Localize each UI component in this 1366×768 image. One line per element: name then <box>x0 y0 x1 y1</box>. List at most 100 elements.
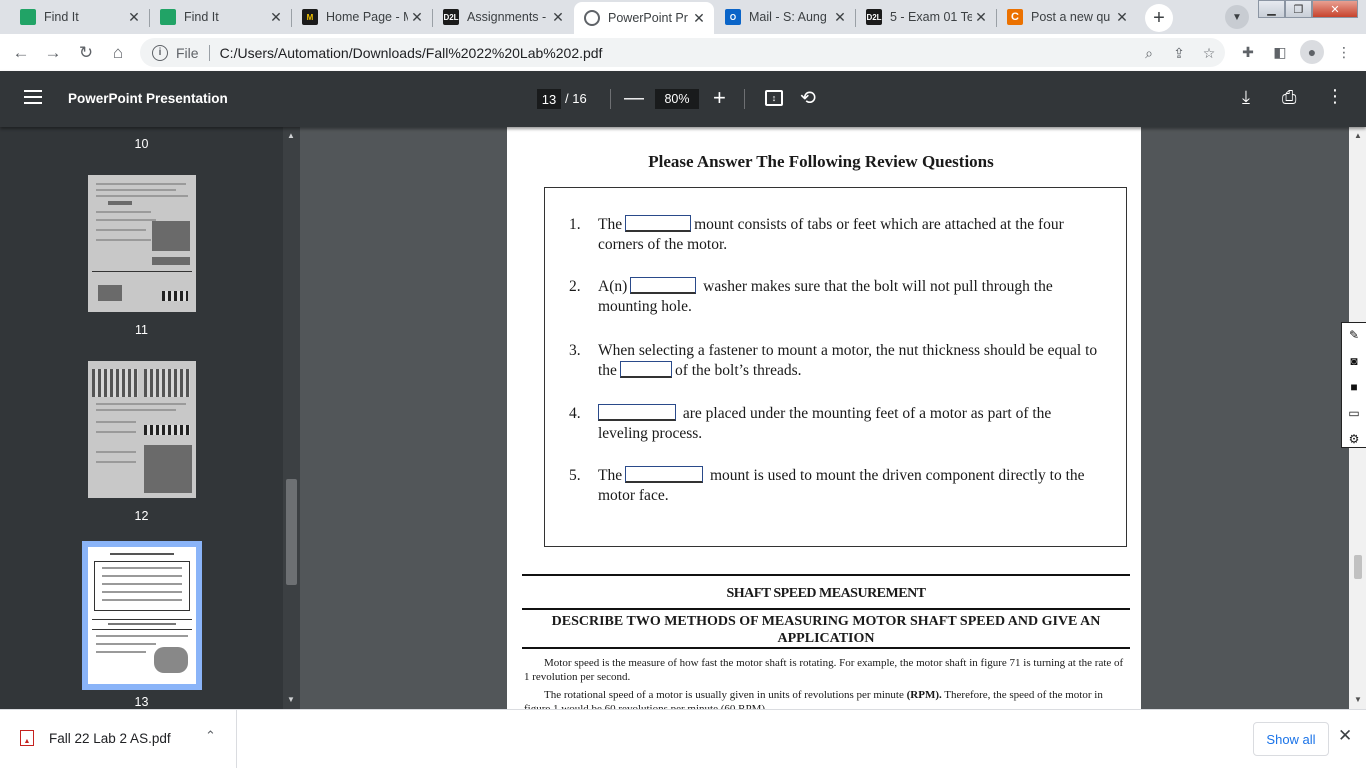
outlook-icon: O <box>725 9 741 25</box>
menu-hamburger-icon[interactable] <box>24 90 42 104</box>
back-arrow-icon[interactable]: ← <box>8 40 34 66</box>
question-text: of the bolt’s threads. <box>674 362 802 379</box>
tab-title: Home Page - M <box>326 10 408 24</box>
more-options-icon[interactable]: ⋮ <box>1326 86 1344 107</box>
share-icon[interactable]: ⇪ <box>1169 43 1189 63</box>
forward-arrow-icon[interactable]: → <box>40 40 66 66</box>
thumbnail-label: 12 <box>134 509 149 523</box>
answer-blank-2[interactable] <box>630 277 697 294</box>
pdf-title: PowerPoint Presentation <box>68 91 228 106</box>
new-tab-button[interactable]: + <box>1145 4 1173 32</box>
tab-powerpoint[interactable]: PowerPoint Pr ✕ <box>574 2 714 34</box>
close-icon[interactable]: ✕ <box>690 9 708 27</box>
video-icon[interactable]: ■ <box>1350 377 1357 397</box>
zoom-in-button[interactable]: + <box>713 85 726 111</box>
close-icon[interactable]: ✕ <box>549 8 567 26</box>
info-icon[interactable]: i <box>152 44 168 61</box>
pen-icon[interactable]: ✎ <box>1349 325 1359 345</box>
folder-icon <box>160 9 176 25</box>
answer-blank-3[interactable] <box>619 361 672 378</box>
paragraph-motor-speed: Motor speed is the measure of how fast t… <box>524 657 1124 683</box>
question-text: The <box>598 216 623 233</box>
window-icon[interactable]: ▭ <box>1348 403 1359 423</box>
viewer-scrollbar-thumb[interactable] <box>1354 555 1362 579</box>
download-item[interactable]: ▲ Fall 22 Lab 2 AS.pdf ⌃ <box>0 710 237 768</box>
tab-search-icon[interactable]: ▼ <box>1225 5 1249 29</box>
page-total: / 16 <box>565 91 587 106</box>
browser-menu-icon[interactable]: ⋮ <box>1332 40 1356 64</box>
thumbnail-page-12[interactable] <box>88 361 196 498</box>
rotate-icon[interactable]: ⟲ <box>800 87 816 110</box>
question-text: A(n) <box>598 278 628 295</box>
question-number: 2. <box>569 278 581 295</box>
fit-page-icon[interactable]: ↕ <box>765 90 783 106</box>
close-icon[interactable]: ✕ <box>125 8 143 26</box>
tab-mail[interactable]: O Mail - S: Aung ✕ <box>715 2 855 32</box>
paragraph-text: The rotational speed of a motor is usual… <box>544 689 907 701</box>
tab-title: Find It <box>44 10 79 24</box>
thumbnail-label: 13 <box>134 695 149 709</box>
question-number: 4. <box>569 405 581 422</box>
question-text: The <box>598 467 623 484</box>
answer-blank-4[interactable] <box>598 404 676 421</box>
download-icon[interactable]: ⤓ <box>1242 87 1250 108</box>
tab-find-it-1[interactable]: Find It ✕ <box>0 2 149 32</box>
page-number-input[interactable]: 13 <box>537 89 561 109</box>
browser-toolbar: ← → ↻ ⌂ i File C:/Users/Automation/Downl… <box>0 34 1366 71</box>
pdf-viewer[interactable]: Please Answer The Following Review Quest… <box>300 127 1349 709</box>
paragraph-rpm: The rotational speed of a motor is usual… <box>524 688 1131 709</box>
globe-icon <box>584 10 600 26</box>
close-icon[interactable]: ✕ <box>1338 726 1352 746</box>
section-rule <box>522 647 1130 649</box>
zoom-out-button[interactable]: — <box>624 87 644 110</box>
tab-home-page[interactable]: M Home Page - M ✕ <box>292 2 432 32</box>
d2l-icon: D2L <box>866 9 882 25</box>
university-shield-icon: M <box>302 9 318 25</box>
tab-title: PowerPoint Pr <box>608 11 688 25</box>
tab-exam[interactable]: D2L 5 - Exam 01 Te ✕ <box>856 2 996 32</box>
home-icon[interactable]: ⌂ <box>105 40 131 66</box>
close-icon[interactable]: ✕ <box>1113 8 1131 26</box>
gear-icon[interactable]: ⚙ <box>1349 429 1360 449</box>
thumbnail-page-13[interactable] <box>88 547 196 684</box>
zoom-level-input[interactable]: 80% <box>655 89 699 109</box>
section-title: SHAFT SPEED MEASUREMENT <box>726 586 926 601</box>
bookmark-star-icon[interactable]: ☆ <box>1199 43 1219 63</box>
tab-title: Assignments - <box>467 10 547 24</box>
profile-avatar-icon[interactable]: ● <box>1300 40 1324 64</box>
show-all-button[interactable]: Show all <box>1253 722 1329 756</box>
capture-widget: ✎ ◙ ■ ▭ ⚙ <box>1341 322 1366 448</box>
section-rule <box>522 574 1130 576</box>
minimize-button[interactable]: ▁ <box>1258 0 1285 18</box>
sidebar-scrollbar[interactable]: ▲ ▼ <box>283 127 300 709</box>
camera-icon[interactable]: ◙ <box>1350 351 1357 371</box>
close-icon[interactable]: ✕ <box>267 8 285 26</box>
thumbnail-label: 10 <box>134 137 149 151</box>
question-number: 1. <box>569 216 581 233</box>
tab-find-it-2[interactable]: Find It ✕ <box>150 2 291 32</box>
extensions-puzzle-icon[interactable]: ✚ <box>1236 40 1260 64</box>
close-icon[interactable]: ✕ <box>831 8 849 26</box>
restore-button[interactable]: ❐ <box>1285 0 1312 18</box>
print-icon[interactable]: ⎙ <box>1282 87 1296 108</box>
zoom-icon[interactable]: ⌕ <box>1139 43 1159 63</box>
chegg-icon: C <box>1007 9 1023 25</box>
answer-blank-1[interactable] <box>625 215 692 232</box>
download-shelf: ▲ Fall 22 Lab 2 AS.pdf ⌃ Show all ✕ <box>0 709 1366 768</box>
tab-post-question[interactable]: C Post a new qu ✕ <box>997 2 1137 32</box>
sidebar-scrollbar-thumb[interactable] <box>286 479 297 585</box>
answer-blank-5[interactable] <box>625 466 704 483</box>
close-window-button[interactable]: ✕ <box>1312 0 1358 18</box>
tab-title: 5 - Exam 01 Te <box>890 10 972 24</box>
close-icon[interactable]: ✕ <box>408 8 426 26</box>
paragraph-bold-text: (RPM). <box>906 689 942 701</box>
thumbnail-page-11[interactable] <box>88 175 196 312</box>
tab-assignments[interactable]: D2L Assignments - ✕ <box>433 2 573 32</box>
review-questions-box: 1. The mount consists of tabs or feet whi… <box>544 187 1127 547</box>
address-bar[interactable]: i File C:/Users/Automation/Downloads/Fal… <box>140 38 1225 67</box>
reload-icon[interactable]: ↻ <box>73 40 99 66</box>
section-rule <box>522 608 1130 610</box>
side-panel-icon[interactable]: ◧ <box>1268 40 1292 64</box>
chevron-up-icon[interactable]: ⌃ <box>205 728 216 744</box>
close-icon[interactable]: ✕ <box>972 8 990 26</box>
